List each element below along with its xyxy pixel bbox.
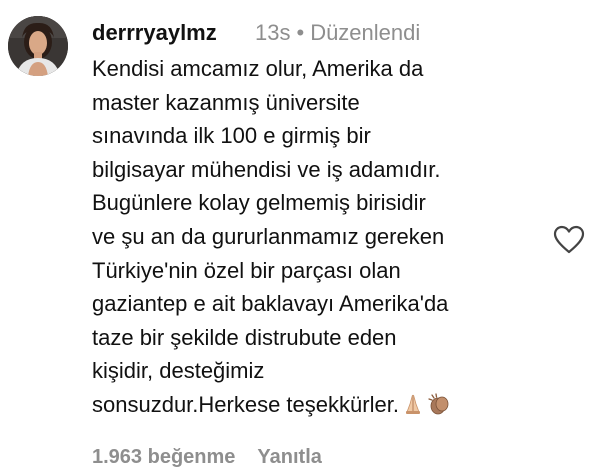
folded-hands-icon: [405, 394, 420, 414]
comment-line-text: sonsuzdur.Herkese teşekkürler.: [92, 391, 399, 417]
heart-outline-icon[interactable]: [553, 225, 585, 255]
likes-count[interactable]: 1.963 beğenme: [92, 446, 235, 468]
comment-meta: 13s • Düzenlendi: [255, 16, 420, 50]
comment-line: ve şu an da gururlanmamız gereken: [92, 223, 445, 249]
edited-label: Düzenlendi: [310, 20, 421, 45]
comment-line: bilgisayar mühendisi ve iş adamıdır.: [92, 156, 441, 182]
avatar[interactable]: [8, 16, 68, 76]
comment-line: Kendisi amcamız olur, Amerika da: [92, 56, 424, 81]
reply-button[interactable]: Yanıtla: [257, 446, 321, 468]
clapping-hands-icon: [428, 393, 449, 415]
comment-line: kişidir, desteğimiz: [92, 358, 265, 384]
comment-line: taze bir şekilde distrubute eden: [92, 324, 397, 350]
comment-line: Türkiye'nin özel bir parçası olan: [92, 257, 401, 283]
comment-line: sınavında ilk 100 e girmiş bir: [92, 123, 371, 149]
comment: derrryaylmz 13s • Düzenlendi Kendisi amcam…: [0, 0, 600, 474]
timestamp: 13s: [255, 20, 291, 45]
comment-line: gaziantep e ait baklavayı Amerika'da: [92, 291, 449, 317]
meta-separator: •: [296, 20, 305, 45]
avatar-image: [8, 16, 68, 76]
username[interactable]: derrryaylmz: [92, 16, 217, 50]
comment-footer: 1.963 beğenme Yanıtla: [92, 442, 322, 472]
comment-text: Kendisi amcamız olur, Amerika da master …: [92, 52, 562, 422]
comment-line: master kazanmış üniversite: [92, 89, 360, 115]
comment-line: Bugünlere kolay gelmemiş birisidir: [92, 190, 426, 216]
comment-line-last: sonsuzdur.Herkese teşekkürler.: [92, 388, 562, 422]
